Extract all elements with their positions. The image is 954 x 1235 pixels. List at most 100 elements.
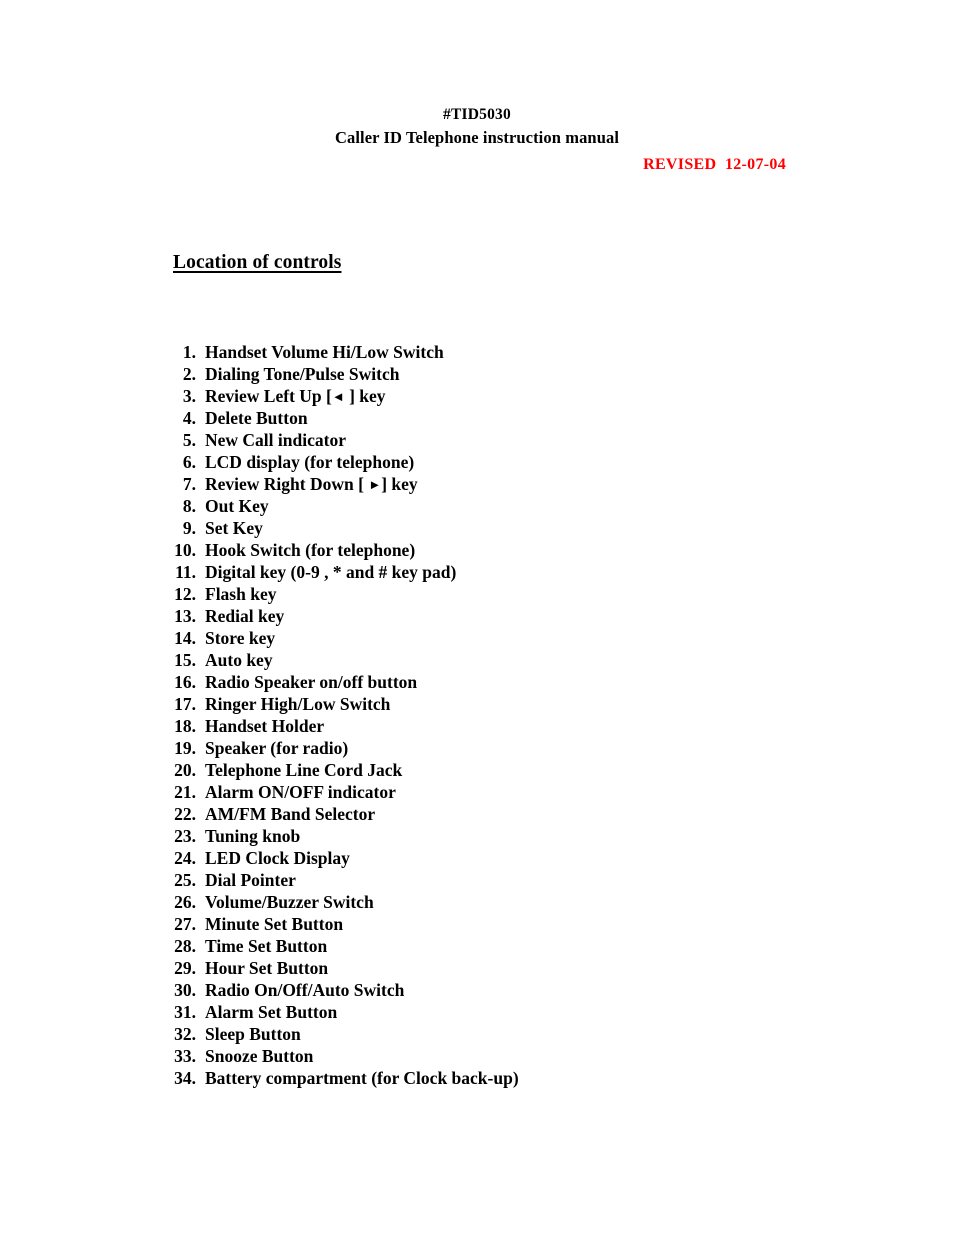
list-item-number: 8. (182, 496, 196, 516)
list-item-number: 29. (174, 958, 196, 978)
list-item: 33. Snooze Button (0, 1045, 954, 1067)
list-item: 23. Tuning knob (0, 825, 954, 847)
revised-row: REVISED 12-07-04 (0, 156, 954, 174)
list-item: 17. Ringer High/Low Switch (0, 693, 954, 715)
list-item: 4. Delete Button (0, 407, 954, 429)
list-item-label: Dialing Tone/Pulse Switch (205, 364, 400, 384)
list-item-label: Battery compartment (for Clock back-up) (205, 1068, 519, 1088)
document-code: #TID5030 (443, 106, 511, 123)
list-item: 20. Telephone Line Cord Jack (0, 759, 954, 781)
list-item-number: 15. (174, 650, 196, 670)
list-item-number: 9. (182, 518, 196, 538)
page-title: Location of controls (173, 252, 342, 273)
list-item-number: 4. (182, 408, 196, 428)
list-item: 2. Dialing Tone/Pulse Switch (0, 363, 954, 385)
list-item-label: Alarm Set Button (205, 1002, 338, 1022)
list-item-number: 31. (174, 1002, 196, 1022)
list-item-number: 20. (174, 760, 196, 780)
list-item-label: Out Key (205, 496, 269, 516)
list-item-number: 25. (174, 870, 196, 890)
list-item-label: Review Left Up [◄ ] key (205, 386, 386, 406)
list-item: 26. Volume/Buzzer Switch (0, 891, 954, 913)
list-item: 19. Speaker (for radio) (0, 737, 954, 759)
list-item: 3. Review Left Up [◄ ] key (0, 385, 954, 407)
list-item-number: 27. (174, 914, 196, 934)
list-item-label: Telephone Line Cord Jack (205, 760, 403, 780)
list-item-number: 34. (174, 1068, 196, 1088)
list-item-label: Radio On/Off/Auto Switch (205, 980, 405, 1000)
list-item-label: AM/FM Band Selector (205, 804, 376, 824)
list-item-number: 33. (174, 1046, 196, 1066)
list-item-label: Snooze Button (205, 1046, 314, 1066)
list-item: 32. Sleep Button (0, 1023, 954, 1045)
list-item: 5. New Call indicator (0, 429, 954, 451)
list-item: 6. LCD display (for telephone) (0, 451, 954, 473)
list-item: 16. Radio Speaker on/off button (0, 671, 954, 693)
list-item-label: Set Key (205, 518, 263, 538)
list-item-label: Alarm ON/OFF indicator (205, 782, 396, 802)
list-item: 25. Dial Pointer (0, 869, 954, 891)
list-item: 11. Digital key (0-9 , * and # key pad) (0, 561, 954, 583)
document-header: #TID5030 Caller ID Telephone instruction… (0, 104, 954, 174)
list-item-number: 12. (174, 584, 196, 604)
list-item-number: 18. (174, 716, 196, 736)
list-item: 14. Store key (0, 627, 954, 649)
list-item-label: Store key (205, 628, 276, 648)
list-item-number: 2. (182, 364, 196, 384)
list-item-number: 22. (174, 804, 196, 824)
list-item-label: Hook Switch (for telephone) (205, 540, 416, 560)
list-item-label: Review Right Down [ ►] key (205, 474, 418, 494)
list-item-number: 30. (174, 980, 196, 1000)
list-item-label: Tuning knob (205, 826, 301, 846)
list-item-number: 7. (182, 474, 196, 494)
list-item: 29. Hour Set Button (0, 957, 954, 979)
list-item-label: LCD display (for telephone) (205, 452, 415, 472)
list-item: 28. Time Set Button (0, 935, 954, 957)
list-item-label: Time Set Button (205, 936, 328, 956)
list-item-number: 5. (182, 430, 196, 450)
list-item-label: Auto key (205, 650, 273, 670)
list-item-number: 23. (174, 826, 196, 846)
arrow-right-icon: ► (368, 477, 382, 492)
list-item-number: 6. (182, 452, 196, 472)
list-item-number: 32. (174, 1024, 196, 1044)
list-item: 30. Radio On/Off/Auto Switch (0, 979, 954, 1001)
list-item-number: 28. (174, 936, 196, 956)
list-item: 10. Hook Switch (for telephone) (0, 539, 954, 561)
list-item: 31. Alarm Set Button (0, 1001, 954, 1023)
list-item-label: Digital key (0-9 , * and # key pad) (205, 562, 457, 582)
list-item: 8. Out Key (0, 495, 954, 517)
document-subtitle: Caller ID Telephone instruction manual (334, 128, 620, 147)
list-item: 27. Minute Set Button (0, 913, 954, 935)
list-item: 22. AM/FM Band Selector (0, 803, 954, 825)
list-item-number: 24. (174, 848, 196, 868)
list-item: 12. Flash key (0, 583, 954, 605)
controls-list: 1. Handset Volume Hi/Low Switch 2. Dialing … (0, 341, 954, 1089)
list-item-label: LED Clock Display (205, 848, 350, 868)
list-item: 13. Redial key (0, 605, 954, 627)
document-page: #TID5030 Caller ID Telephone instruction… (0, 0, 954, 1235)
list-item-label: Dial Pointer (205, 870, 296, 890)
list-item: 24. LED Clock Display (0, 847, 954, 869)
list-item-label: Hour Set Button (205, 958, 329, 978)
list-item-label: Radio Speaker on/off button (205, 672, 418, 692)
list-item-label: Sleep Button (205, 1024, 301, 1044)
list-item-label: Speaker (for radio) (205, 738, 349, 758)
list-item: 18. Handset Holder (0, 715, 954, 737)
list-item: 1. Handset Volume Hi/Low Switch (0, 341, 954, 363)
list-item-label: Handset Volume Hi/Low Switch (205, 342, 444, 362)
list-item: 21. Alarm ON/OFF indicator (0, 781, 954, 803)
list-item-number: 19. (174, 738, 196, 758)
list-item-number: 1. (182, 342, 196, 362)
list-item-number: 26. (174, 892, 196, 912)
list-item-label: Volume/Buzzer Switch (205, 892, 374, 912)
list-item: 7. Review Right Down [ ►] key (0, 473, 954, 495)
list-item-number: 13. (174, 606, 196, 626)
list-item-number: 16. (174, 672, 196, 692)
list-item-number: 11. (175, 562, 196, 582)
list-item-label: New Call indicator (205, 430, 346, 450)
list-item-label: Flash key (205, 584, 277, 604)
list-item-label: Handset Holder (205, 716, 325, 736)
arrow-left-icon: ◄ (331, 389, 345, 404)
list-item-number: 17. (174, 694, 196, 714)
